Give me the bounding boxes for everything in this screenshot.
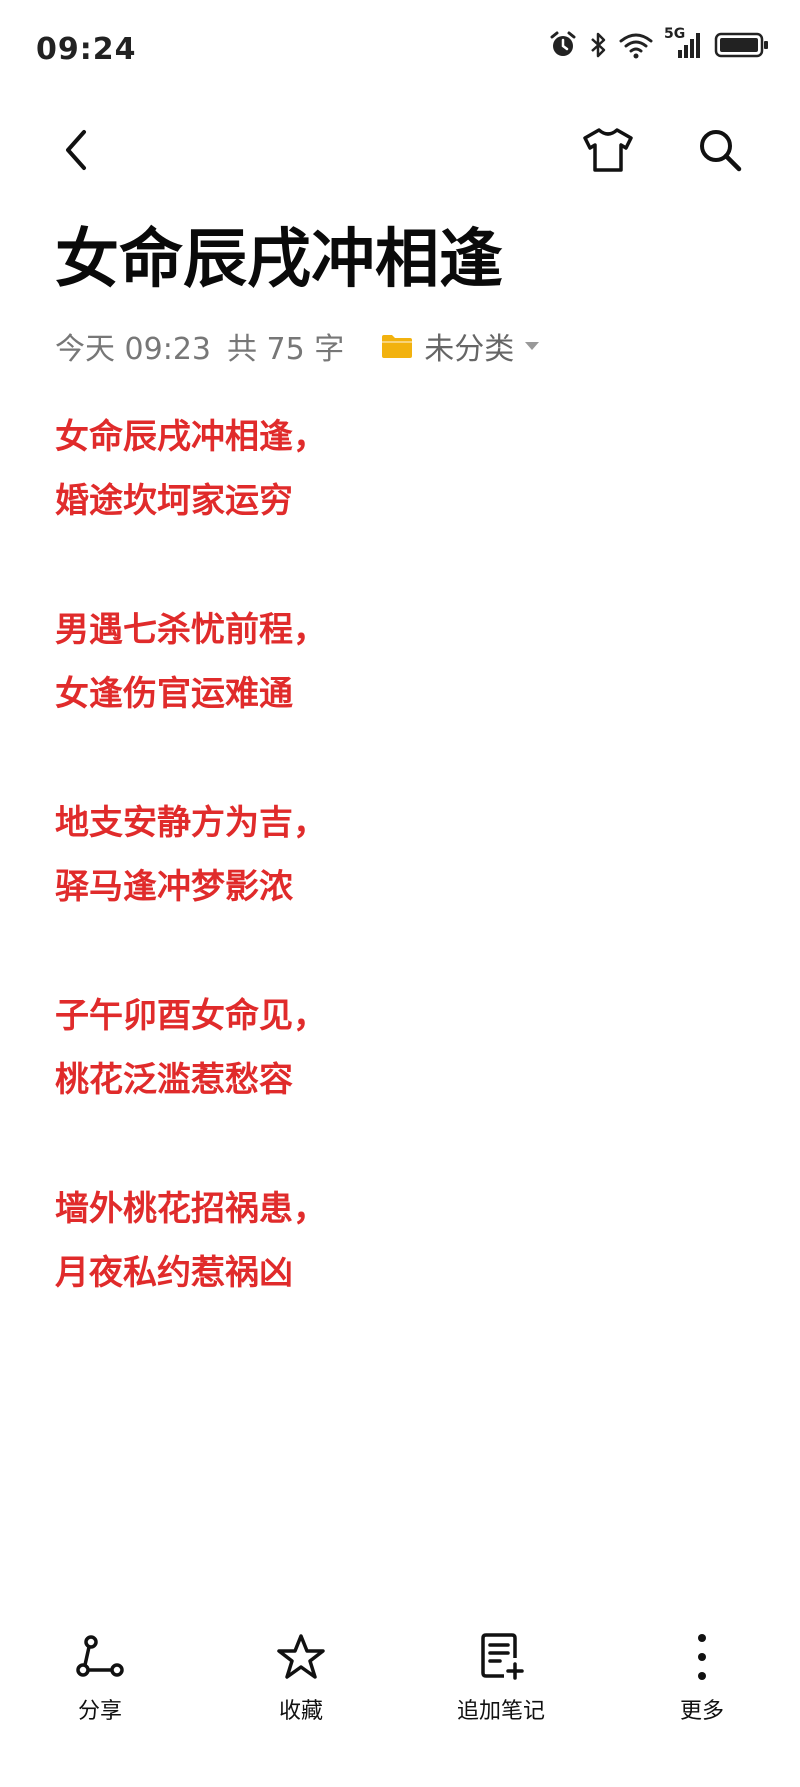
poem-line: 婚途坎坷家运穷 (55, 481, 293, 521)
wifi-icon (618, 30, 654, 60)
poem-line: 驿马逢冲梦影浓 (55, 867, 293, 907)
stanza: 男遇七杀忧前程， 女逢伤官运难通 (55, 598, 755, 726)
favorite-button[interactable]: 收藏 (231, 1627, 371, 1725)
append-note-button[interactable]: 追加笔记 (431, 1627, 571, 1725)
poem-line: 女逢伤官运难通 (55, 674, 293, 714)
poem-line: 墙外桃花招祸患， (55, 1189, 327, 1229)
append-note-label: 追加笔记 (456, 1699, 545, 1724)
note-body[interactable]: 女命辰戌冲相逢， 婚途坎坷家运穷 男遇七杀忧前程， 女逢伤官运难通 地支安静方为… (55, 405, 755, 1370)
word-count: 共 75 字 (227, 332, 345, 367)
poem-line: 月夜私约惹祸凶 (55, 1253, 293, 1293)
status-icons: 5G (548, 26, 770, 60)
folder-selector[interactable]: 未分类 (380, 324, 540, 368)
stanza: 墙外桃花招祸患， 月夜私约惹祸凶 (55, 1177, 755, 1305)
append-note-icon (481, 1633, 524, 1680)
tshirt-icon (583, 128, 633, 172)
back-button[interactable] (48, 120, 108, 180)
bluetooth-icon (588, 30, 608, 60)
network-type-label: 5G (664, 26, 686, 42)
search-button[interactable] (690, 120, 750, 180)
poem-line: 男遇七杀忧前程， (55, 610, 327, 650)
alarm-icon (548, 30, 578, 60)
note-meta: 今天 09:23 共 75 字 未分类 (55, 324, 540, 368)
theme-button[interactable] (578, 120, 638, 180)
folder-icon (382, 335, 413, 358)
stanza: 女命辰戌冲相逢， 婚途坎坷家运穷 (55, 405, 755, 533)
status-bar: 09:24 5G (0, 0, 800, 100)
favorite-label: 收藏 (278, 1699, 323, 1724)
poem-line: 地支安静方为吉， (55, 803, 327, 843)
note-date: 今天 09:23 (55, 332, 211, 367)
status-time: 09:24 (36, 32, 137, 67)
note-title[interactable]: 女命辰戌冲相逢 (55, 228, 503, 292)
poem-line: 女命辰戌冲相逢， (55, 417, 327, 457)
stanza: 地支安静方为吉， 驿马逢冲梦影浓 (55, 791, 755, 919)
signal-icon: 5G (664, 26, 704, 60)
star-icon (277, 1634, 325, 1679)
more-label: 更多 (679, 1699, 724, 1724)
nav-bar (0, 105, 800, 195)
folder-label: 未分类 (424, 332, 515, 367)
share-icon (76, 1635, 124, 1677)
share-label: 分享 (77, 1699, 122, 1724)
poem-line: 子午卯酉女命见， (55, 996, 327, 1036)
more-vertical-icon (698, 1634, 706, 1680)
more-button[interactable]: 更多 (632, 1627, 772, 1725)
stanza: 子午卯酉女命见， 桃花泛滥惹愁容 (55, 984, 755, 1112)
caret-down-icon (525, 342, 540, 350)
share-button[interactable]: 分享 (30, 1627, 170, 1725)
battery-icon (714, 30, 770, 60)
poem-line: 桃花泛滥惹愁容 (55, 1060, 293, 1100)
bottom-toolbar: 分享 收藏 追加笔记 更多 (0, 1617, 800, 1787)
search-icon (700, 130, 742, 172)
chevron-left-icon (66, 130, 86, 170)
